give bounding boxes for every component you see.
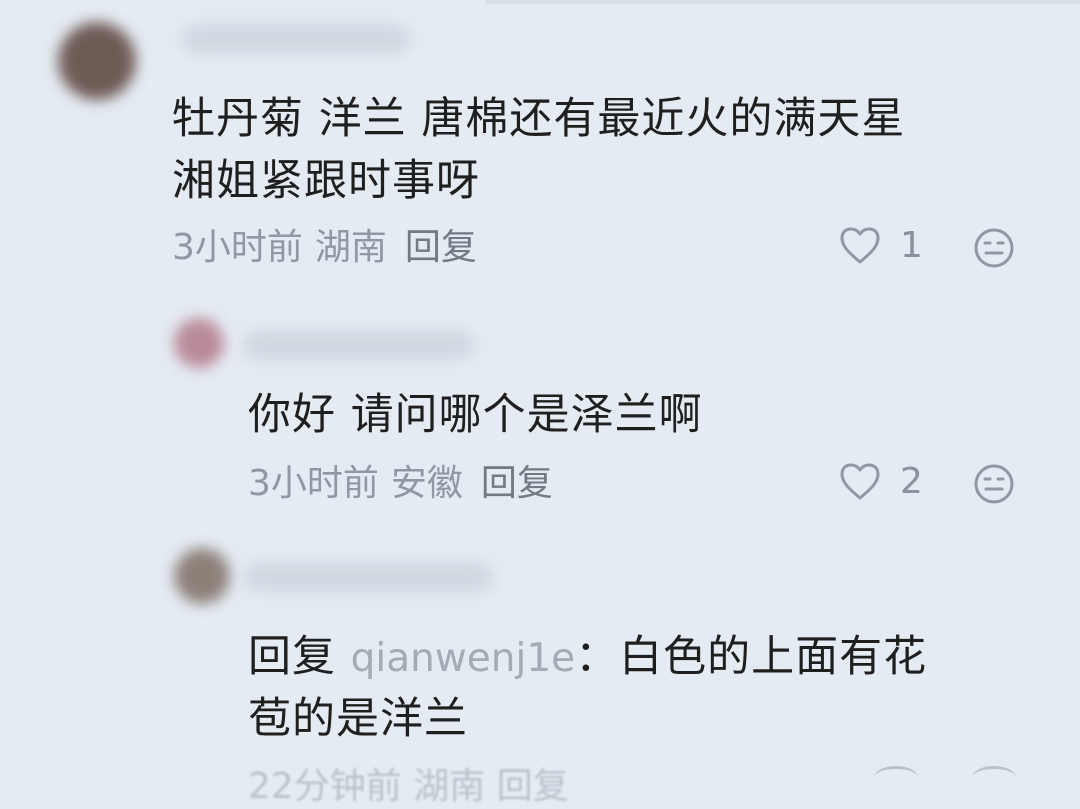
avatar[interactable] (174, 318, 224, 368)
top-divider (486, 0, 1080, 4)
comment-meta: 3小时前 安徽 回复 (248, 462, 553, 506)
reply-button[interactable]: 回复 (481, 463, 553, 504)
mention-link[interactable]: qianwenj1e (351, 636, 575, 681)
like-button[interactable]: 2 (838, 462, 923, 502)
like-count: 2 (900, 461, 923, 502)
username-blurred[interactable] (244, 562, 494, 592)
faded-comment-meta: 22分钟前 湖南 回复 (248, 766, 569, 807)
comment-text: 你好 请问哪个是泽兰啊 (248, 390, 703, 440)
emoji-face-icon[interactable] (972, 226, 1016, 270)
location: 安徽 (390, 463, 463, 504)
comment-text-line-1: 牡丹菊 洋兰 唐棉还有最近火的满天星 (172, 94, 906, 144)
username-blurred[interactable] (182, 24, 410, 54)
timestamp: 3小时前 (248, 463, 379, 504)
comment-text-line-2: 湘姐紧跟时事呀 (172, 156, 480, 206)
comment-meta: 3小时前 湖南 回复 (172, 226, 477, 270)
like-count: 1 (900, 225, 923, 266)
reply-comment-line-2: 苞的是洋兰 (248, 694, 468, 744)
location: 湖南 (314, 227, 387, 268)
emoji-face-icon (972, 766, 1016, 789)
reply-prefix: 回复 (248, 632, 336, 682)
heart-outline-icon (840, 227, 880, 264)
timestamp: 3小时前 (172, 227, 303, 268)
reply-button[interactable]: 回复 (405, 227, 477, 268)
avatar[interactable] (58, 22, 136, 100)
heart-outline-icon (840, 463, 880, 500)
like-button[interactable]: 1 (838, 226, 923, 266)
username-blurred[interactable] (242, 330, 474, 360)
heart-outline-icon (874, 766, 918, 789)
emoji-face-icon[interactable] (972, 462, 1016, 506)
reply-text-part-1: 白色的上面有花 (619, 632, 928, 682)
avatar[interactable] (174, 548, 230, 604)
mention-separator: ： (575, 632, 620, 682)
reply-comment-line-1: 回复 qianwenj1e：白色的上面有花 (248, 628, 927, 688)
